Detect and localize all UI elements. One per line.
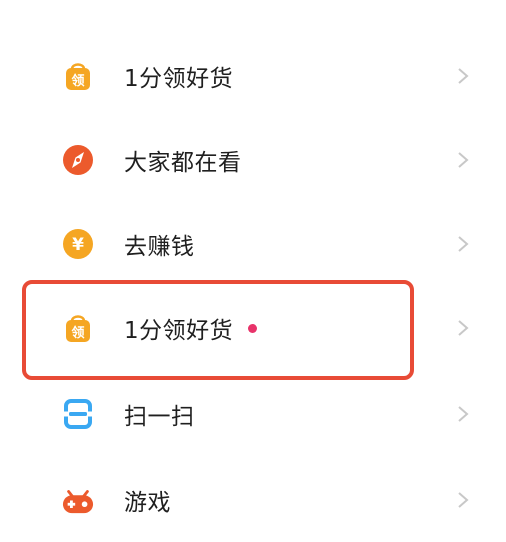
chevron-right-icon	[458, 406, 469, 422]
shopping-bag-icon: 领	[62, 312, 94, 344]
menu-item-dajia-dou-zaikan[interactable]: 大家都在看	[0, 118, 506, 202]
svg-text:¥: ¥	[72, 235, 84, 255]
scan-icon	[62, 398, 94, 430]
menu-item-saoyisao[interactable]: 扫一扫	[0, 372, 506, 456]
menu-item-label: 1分领好货	[124, 66, 234, 92]
svg-text:领: 领	[71, 325, 84, 341]
menu-item-label: 大家都在看	[124, 150, 242, 176]
notification-dot	[248, 324, 257, 333]
menu-item-label: 扫一扫	[124, 404, 195, 430]
chevron-right-icon	[458, 236, 469, 252]
chevron-right-icon	[458, 492, 469, 508]
yuan-coin-icon: ¥	[62, 228, 94, 260]
menu-item-1fen-linghaohuo[interactable]: 领 1分领好货	[0, 34, 506, 118]
chevron-right-icon	[458, 320, 469, 336]
chevron-right-icon	[458, 68, 469, 84]
svg-text:领: 领	[71, 73, 84, 89]
chevron-right-icon	[458, 152, 469, 168]
compass-icon	[62, 144, 94, 176]
shopping-bag-icon: 领	[62, 60, 94, 92]
menu-item-1fen-linghaohuo-new[interactable]: 领 1分领好货	[0, 286, 506, 370]
menu-item-label: 1分领好货	[124, 318, 234, 344]
gamepad-icon	[62, 484, 94, 516]
menu-item-qu-zhuanqian[interactable]: ¥ 去赚钱	[0, 202, 506, 286]
menu-item-youxi[interactable]: 游戏	[0, 458, 506, 542]
menu-item-label: 去赚钱	[124, 234, 195, 260]
menu-item-label: 游戏	[124, 490, 171, 516]
